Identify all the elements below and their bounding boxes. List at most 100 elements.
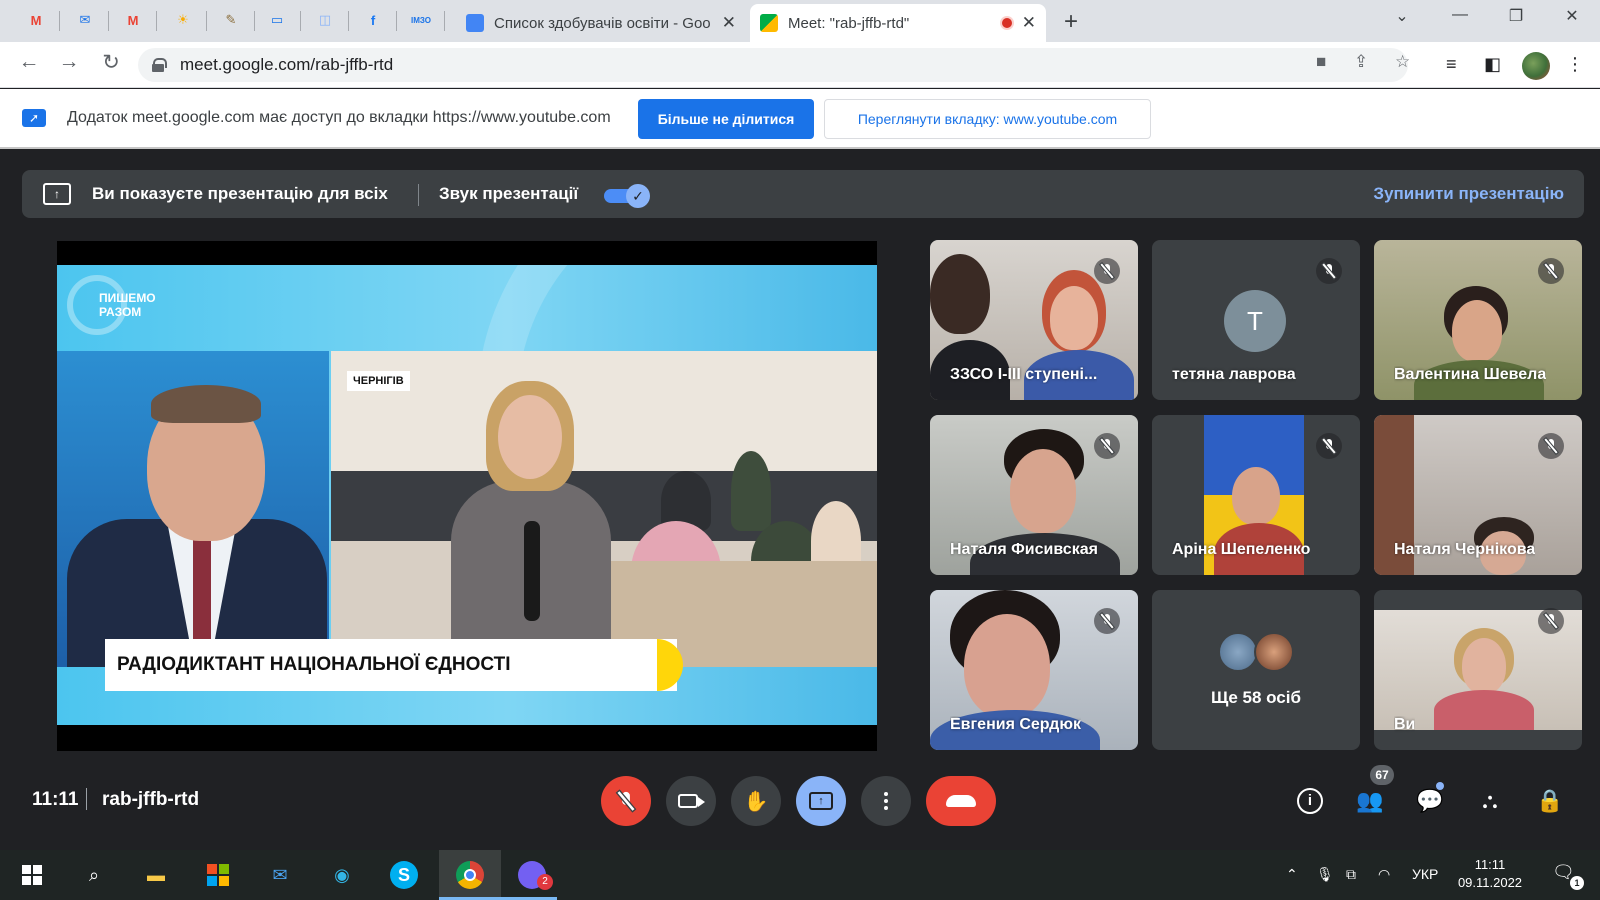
windows-taskbar <box>0 850 1600 900</box>
more-participants-tile[interactable]: Ще 58 осіб <box>1152 590 1360 750</box>
participant-tile[interactable]: ЗЗСО І-ІІІ ступені... <box>930 240 1138 400</box>
people-icon: 👥 <box>1356 788 1384 813</box>
recording-indicator-icon <box>999 16 1014 30</box>
facebook-icon[interactable]: f <box>360 7 386 33</box>
search-icon[interactable]: ⌕ <box>76 857 112 893</box>
present-now-button[interactable]: ↑ <box>796 776 846 826</box>
close-tab-icon[interactable]: ✕ <box>1022 13 1036 33</box>
participant-tile[interactable]: Аріна Шепеленко <box>1152 415 1360 575</box>
edge-icon[interactable]: ◉ <box>324 857 360 893</box>
logo-line: ПИШЕМО <box>99 291 156 305</box>
chat-icon: 💬 <box>1416 788 1444 813</box>
raise-hand-button[interactable]: ✋ <box>731 776 781 826</box>
participant-name: Наталя Чернікова <box>1394 541 1536 558</box>
tab-title: Meet: "rab-jffb-rtd" <box>788 14 910 32</box>
stop-sharing-button[interactable]: Більше не ділитися <box>638 99 814 139</box>
microphone-icon <box>524 521 540 621</box>
input-language[interactable]: УКР <box>1412 866 1438 882</box>
side-panel-icon[interactable]: ◧ <box>1484 54 1501 75</box>
field-reporter-image <box>331 351 877 667</box>
lock-icon[interactable] <box>152 58 167 72</box>
participant-tile[interactable]: Евгения Сердюк <box>930 590 1138 750</box>
participant-tile[interactable]: Наталя Фисивская <box>930 415 1138 575</box>
camera-in-use-icon[interactable]: ■ <box>1316 52 1326 72</box>
host-controls-button[interactable]: 🔒 <box>1534 785 1566 817</box>
participant-face <box>964 614 1050 718</box>
show-hidden-icons[interactable]: ⌃ <box>1286 866 1298 883</box>
imzo-icon[interactable]: ІМЗО <box>408 7 434 33</box>
presenting-status: Ви показуєте презентацію для всіх <box>92 184 388 203</box>
skype-icon[interactable]: S <box>386 857 422 893</box>
more-options-button[interactable] <box>861 776 911 826</box>
slides-icon[interactable]: ▭ <box>264 7 290 33</box>
share-icon[interactable]: ⇪ <box>1354 52 1368 72</box>
check-icon: ✓ <box>626 184 650 208</box>
restore-button[interactable]: ❐ <box>1496 6 1536 26</box>
microphone-toggle-button[interactable] <box>601 776 651 826</box>
muted-mic-icon <box>1094 258 1120 284</box>
tab-meet[interactable]: Meet: "rab-jffb-rtd" ✕ <box>750 4 1046 42</box>
start-button[interactable] <box>14 857 50 893</box>
reporter-face <box>498 395 562 479</box>
participant-face <box>1462 638 1506 694</box>
messenger-icon[interactable]: ✉ <box>72 7 98 33</box>
network-display-icon[interactable]: ⧉ <box>1346 866 1356 883</box>
presentation-sound-toggle[interactable]: ✓ <box>604 184 650 208</box>
participant-face <box>1452 300 1502 362</box>
participant-tile[interactable]: Наталя Чернікова <box>1374 415 1582 575</box>
docs-icon <box>466 14 484 32</box>
reload-button[interactable]: ↻ <box>96 50 126 75</box>
meeting-details-button[interactable]: i <box>1294 785 1326 817</box>
system-clock[interactable]: 11:11 09.11.2022 <box>1450 856 1530 892</box>
browser-tab-strip: M ✉ M ☀ ✎ ▭ ◫ f ІМЗО Список здобувачів освіти - … <box>0 0 1600 42</box>
new-tab-button[interactable]: + <box>1064 8 1078 36</box>
tab-student-list[interactable]: Список здобувачів освіти - Goo ✕ <box>456 4 746 42</box>
people-button[interactable]: 👥 <box>1354 785 1386 817</box>
sun-icon[interactable]: ☀ <box>170 7 196 33</box>
mail-icon[interactable]: ✉ <box>262 857 298 893</box>
participant-tile[interactable]: Т тетяна лаврова <box>1152 240 1360 400</box>
participant-face <box>1050 286 1098 350</box>
microsoft-store-icon[interactable] <box>200 857 236 893</box>
camera-toggle-button[interactable] <box>666 776 716 826</box>
bookmark-star-icon[interactable]: ☆ <box>1395 52 1410 72</box>
browser-toolbar: ← → ↻ meet.google.com/rab-jffb-rtd ■ ⇪ ☆… <box>0 42 1600 88</box>
video-headline: РАДІОДИКТАНТ НАЦІОНАЛЬНОЇ ЄДНОСТІ <box>105 639 683 691</box>
leave-call-button[interactable] <box>926 776 996 826</box>
back-button[interactable]: ← <box>14 50 44 74</box>
map-icon[interactable]: ◫ <box>312 7 338 33</box>
minimize-button[interactable]: — <box>1440 6 1480 24</box>
notification-count-badge: 1 <box>1570 876 1584 890</box>
close-window-button[interactable]: ✕ <box>1552 6 1592 26</box>
tab-search-icon[interactable]: ⌄ <box>1382 6 1422 26</box>
url-text: meet.google.com/rab-jffb-rtd <box>180 55 394 74</box>
file-explorer-icon[interactable]: ▬ <box>138 857 174 893</box>
pen-icon[interactable]: ✎ <box>218 7 244 33</box>
stop-presentation-button[interactable]: Зупинити презентацію <box>1373 184 1564 204</box>
participant-tile[interactable]: Валентина Шевела <box>1374 240 1582 400</box>
wifi-icon[interactable]: ◠ <box>1378 866 1390 883</box>
muted-mic-icon <box>1538 608 1564 634</box>
self-view-tile[interactable]: Ви <box>1374 590 1582 750</box>
gmail-icon[interactable]: M <box>120 7 146 33</box>
gmail-icon[interactable]: M <box>23 7 49 33</box>
tab-separator <box>254 11 255 31</box>
address-bar[interactable]: meet.google.com/rab-jffb-rtd <box>138 48 1408 82</box>
youtube-video-frame: ПИШЕМО РАЗОМ ЧЕРНІГІВ РАДІОДИКТАНТ НАЦІО… <box>57 265 877 725</box>
headline-text: РАДІОДИКТАНТ НАЦІОНАЛЬНОЇ ЄДНОСТІ <box>117 654 511 675</box>
participant-figure <box>731 451 771 531</box>
profile-avatar[interactable] <box>1522 52 1550 80</box>
microphone-tray-icon[interactable]: 🎙 <box>1316 866 1334 883</box>
chrome-icon[interactable] <box>452 857 488 893</box>
activities-button[interactable]: ⛬ <box>1474 785 1506 817</box>
forward-button[interactable]: → <box>54 50 84 74</box>
view-tab-button[interactable]: Переглянути вкладку: www.youtube.com <box>824 99 1151 139</box>
close-tab-icon[interactable]: ✕ <box>722 13 736 33</box>
chrome-menu-icon[interactable]: ⋮ <box>1566 54 1584 75</box>
info-icon: i <box>1297 788 1323 814</box>
logo-line: РАЗОМ <box>99 305 142 319</box>
media-control-icon[interactable]: ≡ <box>1446 54 1457 75</box>
tab-separator <box>396 11 397 31</box>
participant-name: ЗЗСО І-ІІІ ступені... <box>950 366 1098 383</box>
participant-name: Аріна Шепеленко <box>1172 541 1311 558</box>
